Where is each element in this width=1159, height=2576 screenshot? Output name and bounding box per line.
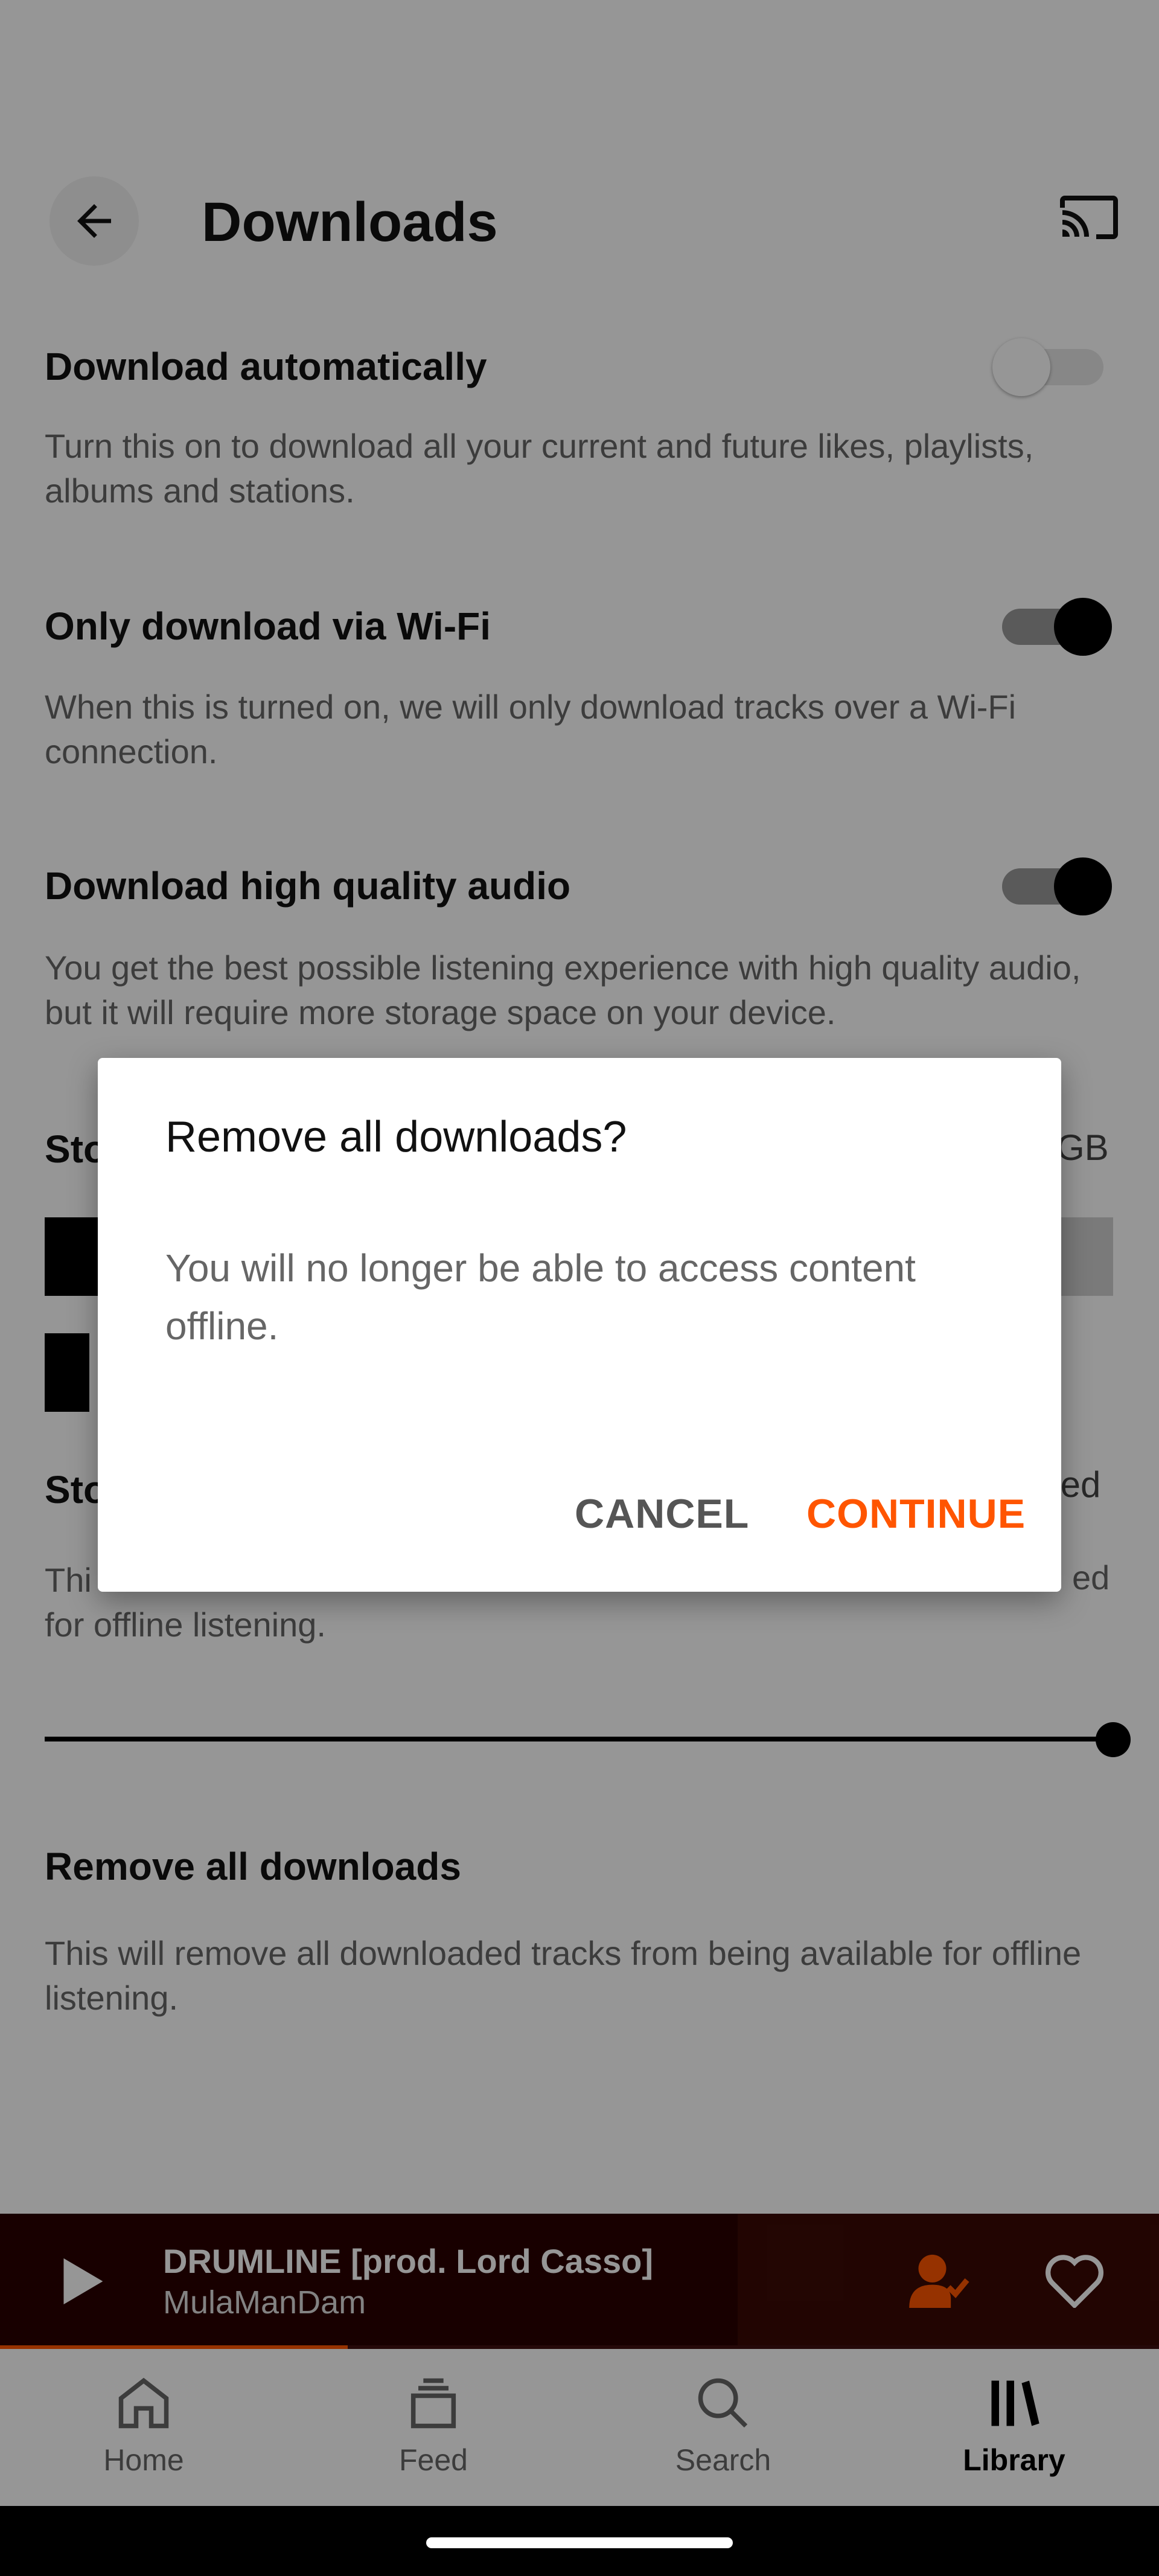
dialog-title: Remove all downloads? bbox=[165, 1113, 627, 1161]
remove-downloads-dialog: Remove all downloads? You will no longer… bbox=[98, 1058, 1061, 1592]
continue-button[interactable]: CONTINUE bbox=[806, 1490, 1026, 1537]
dialog-message: You will no longer be able to access con… bbox=[165, 1246, 916, 1348]
cancel-button[interactable]: CANCEL bbox=[575, 1490, 749, 1537]
gesture-handle[interactable] bbox=[426, 2537, 733, 2548]
